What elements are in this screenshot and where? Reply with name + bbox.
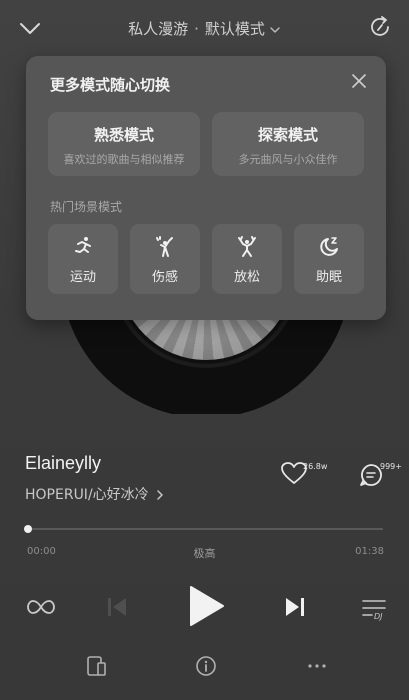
info-icon[interactable] xyxy=(194,654,218,678)
mode-card-explore[interactable]: 探索模式 多元曲风与小众佳作 xyxy=(212,112,364,176)
like-count: 26.8w xyxy=(303,462,328,471)
progress-bar[interactable] xyxy=(24,525,383,533)
scene-sport[interactable]: 运动 xyxy=(48,224,118,294)
current-mode-label: 默认模式 xyxy=(204,20,265,38)
artist-album-link[interactable]: HOPERUI/心好冰冷 xyxy=(25,484,165,504)
mode-card-familiar[interactable]: 熟悉模式 喜欢过的歌曲与相似推荐 xyxy=(48,112,200,176)
previous-icon[interactable] xyxy=(104,594,130,620)
quality-button[interactable]: 极高 xyxy=(0,545,409,561)
player-header: 私人漫游 · 默认模式 xyxy=(0,0,409,56)
playlist-dj-icon[interactable]: DJ xyxy=(360,596,388,622)
play-icon[interactable] xyxy=(186,584,226,628)
progress-knob[interactable] xyxy=(24,525,32,533)
scene-sad[interactable]: 伤感 xyxy=(130,224,200,294)
mode-switcher[interactable]: 私人漫游 · 默认模式 xyxy=(0,18,409,39)
scene-section-title: 热门场景模式 xyxy=(50,200,123,214)
running-icon xyxy=(71,235,95,259)
mode-card-title: 熟悉模式 xyxy=(93,126,154,144)
sad-figure-icon xyxy=(153,235,177,259)
song-title: Elaineylly xyxy=(25,453,102,473)
scene-sleep[interactable]: 助眠 xyxy=(294,224,364,294)
refresh-icon[interactable] xyxy=(367,14,393,40)
caret-down-icon xyxy=(269,24,281,36)
mode-card-subtitle: 喜欢过的歌曲与相似推荐 xyxy=(63,153,185,166)
moon-sleep-icon xyxy=(317,235,341,259)
next-icon[interactable] xyxy=(282,594,308,620)
scene-label: 伤感 xyxy=(151,270,178,285)
scene-label: 放松 xyxy=(233,270,260,285)
scene-label: 助眠 xyxy=(315,270,342,285)
mode-card-title: 探索模式 xyxy=(257,126,318,144)
scene-label: 运动 xyxy=(69,270,96,285)
relax-figure-icon xyxy=(235,235,259,259)
comment-count: 999+ xyxy=(380,462,402,471)
close-icon[interactable] xyxy=(352,74,366,88)
loop-icon[interactable] xyxy=(26,595,56,619)
device-icon[interactable] xyxy=(84,654,108,678)
mode-card-subtitle: 多元曲风与小众佳作 xyxy=(238,153,338,166)
more-icon[interactable] xyxy=(305,654,329,678)
mode-switch-panel: 更多模式随心切换 熟悉模式 喜欢过的歌曲与相似推荐 探索模式 多元曲风与小众佳作… xyxy=(26,56,386,320)
radio-label: 私人漫游 xyxy=(128,20,189,38)
artist-album-text: HOPERUI/心好冰冷 xyxy=(25,487,149,503)
panel-title: 更多模式随心切换 xyxy=(50,76,171,94)
scene-relax[interactable]: 放松 xyxy=(212,224,282,294)
total-time: 01:38 xyxy=(355,546,384,557)
chevron-right-icon xyxy=(155,489,165,501)
svg-text:DJ: DJ xyxy=(374,612,383,621)
title-separator: · xyxy=(194,20,199,38)
